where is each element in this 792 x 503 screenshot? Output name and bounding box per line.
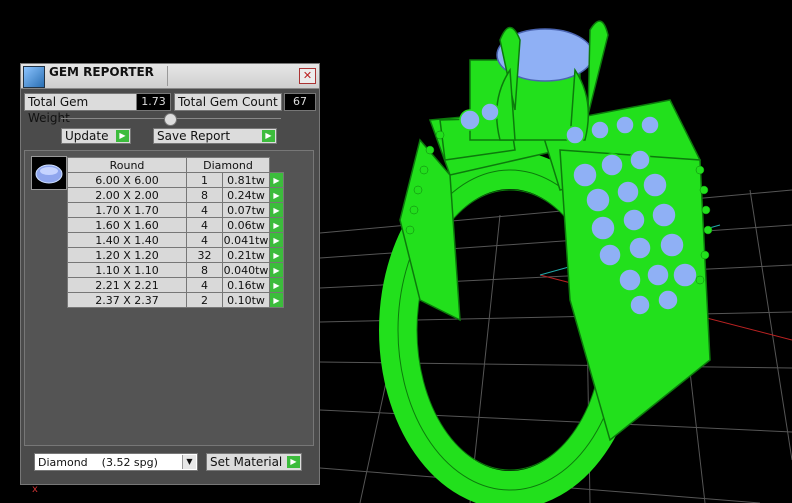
select-row-arrow-icon[interactable]: ▶ — [269, 277, 284, 293]
gem-count-cell: 4 — [186, 217, 223, 233]
gem-list-area: Round Diamond 6.00 X 6.00 1 0.81tw ▶ 2.00 X … — [24, 150, 314, 446]
material-bar: Diamond (3.52 spg) ▼ Set Material ▶ — [24, 447, 316, 480]
total-gem-weight-value: 1.73 — [136, 93, 171, 111]
gem-reporter-icon — [23, 66, 45, 88]
total-gem-count-value: 67 — [284, 93, 316, 111]
select-row-arrow-icon[interactable]: ▶ — [269, 217, 284, 233]
gem-count-cell: 8 — [186, 262, 223, 278]
select-row-arrow-icon[interactable]: ▶ — [269, 172, 284, 188]
save-report-button-label: Save Report — [157, 129, 231, 143]
gem-size-cell: 2.21 X 2.21 — [67, 277, 187, 293]
title-bar[interactable]: GEM REPORTER ✕ — [21, 64, 319, 89]
gem-count-cell: 2 — [186, 292, 223, 308]
gem-weight-cell: 0.06tw — [222, 217, 270, 233]
chevron-down-icon: ▼ — [182, 455, 196, 469]
update-button[interactable]: Update ▶ — [61, 128, 131, 144]
gem-weight-cell: 0.21tw — [222, 247, 270, 263]
material-select[interactable]: Diamond (3.52 spg) ▼ — [34, 453, 198, 471]
gem-count-cell: 8 — [186, 187, 223, 203]
update-button-label: Update — [65, 129, 109, 143]
window-title: GEM REPORTER — [49, 65, 154, 79]
gem-size-cell: 2.00 X 2.00 — [67, 187, 187, 203]
save-report-button[interactable]: Save Report ▶ — [153, 128, 277, 144]
gem-size-cell: 2.37 X 2.37 — [67, 292, 187, 308]
gem-size-cell: 1.10 X 1.10 — [67, 262, 187, 278]
gem-row[interactable]: 1.70 X 1.70 4 0.07tw ▶ — [67, 202, 284, 218]
gem-row[interactable]: 1.60 X 1.60 4 0.06tw ▶ — [67, 217, 284, 233]
select-row-arrow-icon[interactable]: ▶ — [269, 292, 284, 308]
gem-size-cell: 1.20 X 1.20 — [67, 247, 187, 263]
gem-row[interactable]: 2.21 X 2.21 4 0.16tw ▶ — [67, 277, 284, 293]
column-header-shape: Round — [67, 157, 187, 173]
gem-count-cell: 32 — [186, 247, 223, 263]
gem-reporter-window: GEM REPORTER ✕ Total Gem Weight 1.73 Tot… — [20, 63, 320, 485]
set-material-button-label: Set Material — [210, 455, 283, 469]
set-material-button[interactable]: Set Material ▶ — [206, 453, 302, 471]
gem-row[interactable]: 1.10 X 1.10 8 0.040tw ▶ — [67, 262, 284, 278]
gem-row[interactable]: 1.20 X 1.20 32 0.21tw ▶ — [67, 247, 284, 263]
column-header-spacer — [269, 157, 284, 173]
gem-weight-cell: 0.10tw — [222, 292, 270, 308]
gem-count-cell: 4 — [186, 202, 223, 218]
gem-size-cell: 6.00 X 6.00 — [67, 172, 187, 188]
gem-count-cell: 1 — [186, 172, 223, 188]
gem-weight-cell: 0.040tw — [222, 262, 270, 278]
select-row-arrow-icon[interactable]: ▶ — [269, 262, 284, 278]
gem-size-cell: 1.70 X 1.70 — [67, 202, 187, 218]
gem-weight-cell: 0.81tw — [222, 172, 270, 188]
panel-splitter-handle[interactable] — [164, 113, 177, 126]
gem-weight-cell: 0.07tw — [222, 202, 270, 218]
total-gem-weight-label: Total Gem Weight — [24, 93, 137, 125]
gem-count-cell: 4 — [186, 277, 223, 293]
total-gem-count-label: Total Gem Count — [174, 93, 282, 111]
gem-size-cell: 1.40 X 1.40 — [67, 232, 187, 248]
gem-count-cell: 4 — [186, 232, 223, 248]
column-header-material: Diamond — [186, 157, 270, 173]
select-row-arrow-icon[interactable]: ▶ — [269, 247, 284, 263]
axis-indicator-x: x — [32, 484, 38, 495]
material-select-value: Diamond (3.52 spg) — [38, 456, 158, 469]
close-button[interactable]: ✕ — [299, 68, 316, 84]
gem-row[interactable]: 2.00 X 2.00 8 0.24tw ▶ — [67, 187, 284, 203]
select-row-arrow-icon[interactable]: ▶ — [269, 232, 284, 248]
title-divider — [167, 66, 168, 86]
gem-row[interactable]: 2.37 X 2.37 2 0.10tw ▶ — [67, 292, 284, 308]
round-diamond-icon — [35, 164, 63, 184]
select-row-arrow-icon[interactable]: ▶ — [269, 187, 284, 203]
gem-row[interactable]: 6.00 X 6.00 1 0.81tw ▶ — [67, 172, 284, 188]
gem-weight-cell: 0.041tw — [222, 232, 270, 248]
play-arrow-icon: ▶ — [116, 130, 129, 142]
gem-size-cell: 1.60 X 1.60 — [67, 217, 187, 233]
gem-row[interactable]: 1.40 X 1.40 4 0.041tw ▶ — [67, 232, 284, 248]
gem-table: Round Diamond 6.00 X 6.00 1 0.81tw ▶ 2.00 X … — [67, 157, 284, 308]
round-gem-thumbnail[interactable] — [31, 156, 67, 190]
gem-weight-cell: 0.16tw — [222, 277, 270, 293]
play-arrow-icon: ▶ — [262, 130, 275, 142]
select-row-arrow-icon[interactable]: ▶ — [269, 202, 284, 218]
gem-weight-cell: 0.24tw — [222, 187, 270, 203]
play-arrow-icon: ▶ — [287, 456, 300, 468]
